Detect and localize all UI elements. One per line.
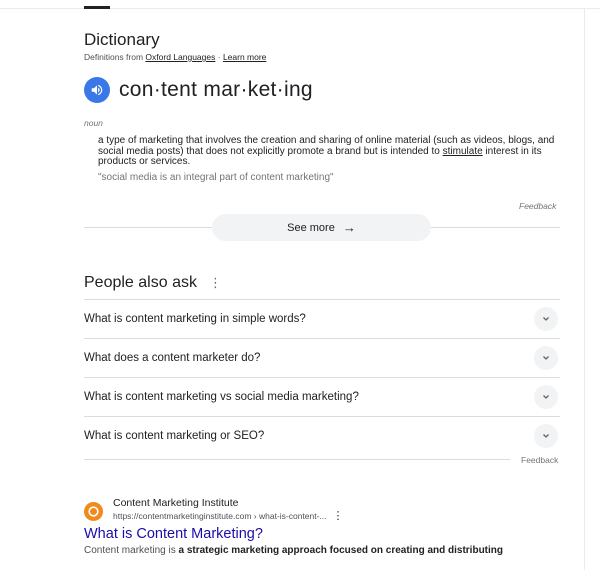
result-title-link[interactable]: What is Content Marketing? [84,526,560,542]
more-options-icon[interactable]: ⋮ [209,276,222,289]
pronunciation-button[interactable] [84,77,110,103]
stimulate-link[interactable]: stimulate [443,146,483,157]
arrow-right-icon: → [342,220,356,235]
see-more-button[interactable]: See more → [212,214,431,241]
part-of-speech: noun [84,118,103,128]
result-source: Content Marketing Institute https://cont… [84,497,560,522]
paa-question-text: What is content marketing in simple word… [84,313,306,325]
paa-question[interactable]: What is content marketing in simple word… [84,299,560,338]
dictionary-panel: Dictionary Definitions from Oxford Langu… [84,30,560,62]
source-separator: · [215,52,223,62]
chevron-down-icon[interactable] [534,307,558,331]
dictionary-source: Definitions from Oxford Languages · Lear… [84,52,560,62]
paa-question[interactable]: What does a content marketer do? [84,338,560,377]
people-also-ask-title: People also ask [84,274,197,291]
site-url[interactable]: https://contentmarketinginstitute.com › … [113,511,327,521]
right-divider [584,9,585,570]
active-tab-indicator [84,6,110,9]
oxford-languages-link[interactable]: Oxford Languages [145,52,215,62]
search-result: Content Marketing Institute https://cont… [84,497,560,556]
learn-more-link[interactable]: Learn more [223,52,266,62]
paa-question[interactable]: What is content marketing or SEO? [84,416,560,455]
snippet-highlight: a strategic marketing approach focused o… [178,545,504,556]
chevron-down-icon[interactable] [534,424,558,448]
site-meta: Content Marketing Institute https://cont… [113,497,344,522]
result-snippet: Content marketing is a strategic marketi… [84,545,560,556]
speaker-icon [91,84,103,96]
headword: con·tent mar·ket·ing [119,78,313,101]
see-more-label: See more [287,221,335,234]
people-also-ask-header: People also ask ⋮ [84,274,222,292]
site-name[interactable]: Content Marketing Institute [113,497,344,510]
definition-text: a type of marketing that involves the cr… [98,135,560,168]
paa-question-text: What is content marketing vs social medi… [84,391,359,403]
site-url-row: https://contentmarketinginstitute.com › … [113,510,344,522]
source-prefix: Definitions from [84,52,146,62]
snippet-prefix: Content marketing is [84,545,179,556]
paa-question-text: What does a content marketer do? [84,352,261,364]
dictionary-feedback-link[interactable]: Feedback [519,201,556,211]
dictionary-title: Dictionary [84,30,160,49]
chevron-down-icon[interactable] [534,346,558,370]
headword-row: con·tent mar·ket·ing [84,77,313,103]
site-favicon-icon [84,502,103,521]
chevron-down-icon[interactable] [534,385,558,409]
paa-question-text: What is content marketing or SEO? [84,430,265,442]
paa-question[interactable]: What is content marketing vs social medi… [84,377,560,416]
paa-feedback-link[interactable]: Feedback [521,455,558,465]
usage-example: "social media is an integral part of con… [98,172,334,183]
result-options-icon[interactable]: ⋮ [333,510,344,522]
paa-bottom-divider [84,459,510,460]
